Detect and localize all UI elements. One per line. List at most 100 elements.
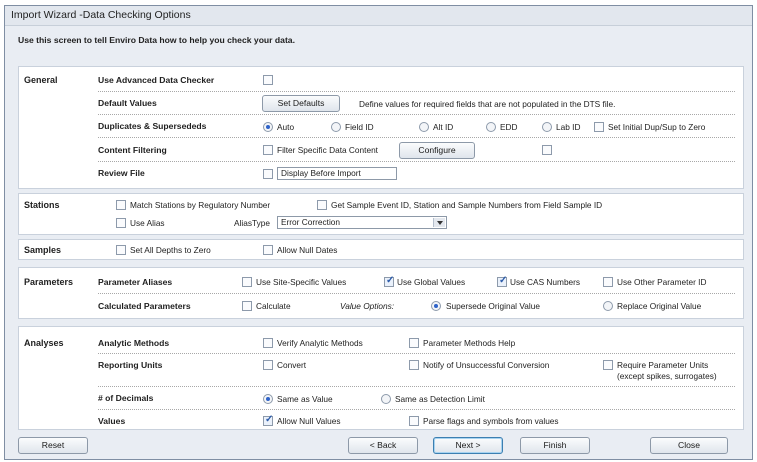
supersede-original-radio[interactable] bbox=[431, 301, 441, 311]
require-units-checkbox[interactable] bbox=[603, 360, 613, 370]
default-values-description: Define values for required fields that a… bbox=[359, 99, 616, 109]
initial-dup-zero-checkbox[interactable] bbox=[594, 122, 604, 132]
advanced-checker-checkbox[interactable] bbox=[263, 75, 273, 85]
dup-auto-radio[interactable] bbox=[263, 122, 273, 132]
row-divider bbox=[98, 386, 735, 387]
next-button[interactable]: Next > bbox=[433, 437, 503, 454]
alias-type-dropdown[interactable]: Error Correction bbox=[277, 216, 447, 229]
content-filter-extra-checkbox[interactable] bbox=[542, 145, 552, 155]
use-alias-checkbox[interactable] bbox=[116, 218, 126, 228]
review-file-label: Review File bbox=[98, 168, 145, 178]
default-values-label: Default Values bbox=[98, 98, 157, 108]
analytic-methods-label: Analytic Methods bbox=[98, 338, 170, 348]
dup-fieldid-radio[interactable] bbox=[331, 122, 341, 132]
replace-original-label: Replace Original Value bbox=[617, 301, 702, 311]
value-options-label: Value Options: bbox=[340, 301, 395, 311]
review-file-checkbox[interactable] bbox=[263, 169, 273, 179]
content-filtering-label: Content Filtering bbox=[98, 145, 167, 155]
finish-button[interactable]: Finish bbox=[520, 437, 590, 454]
match-regulatory-checkbox[interactable] bbox=[116, 200, 126, 210]
close-button[interactable]: Close bbox=[650, 437, 728, 454]
site-specific-label: Use Site-Specific Values bbox=[256, 277, 347, 287]
row-divider bbox=[98, 409, 735, 410]
methods-help-label: Parameter Methods Help bbox=[423, 338, 516, 348]
filter-content-label: Filter Specific Data Content bbox=[277, 145, 378, 155]
alias-type-label: AliasType bbox=[234, 218, 270, 228]
analyses-section: Analyses Analytic Methods Verify Analyti… bbox=[18, 326, 744, 430]
alias-type-value: Error Correction bbox=[281, 217, 341, 227]
site-specific-checkbox[interactable] bbox=[242, 277, 252, 287]
parse-flags-checkbox[interactable] bbox=[409, 416, 419, 426]
global-values-checkbox[interactable] bbox=[384, 275, 394, 287]
notify-unsuccessful-checkbox[interactable] bbox=[409, 360, 419, 370]
verify-methods-checkbox[interactable] bbox=[263, 338, 273, 348]
dup-altid-label: Alt ID bbox=[433, 122, 454, 132]
row-divider bbox=[98, 161, 735, 162]
dup-fieldid-label: Field ID bbox=[345, 122, 374, 132]
row-divider bbox=[98, 353, 735, 354]
reset-button[interactable]: Reset bbox=[18, 437, 88, 454]
dup-altid-radio[interactable] bbox=[419, 122, 429, 132]
stations-section-label: Stations bbox=[24, 200, 60, 210]
same-as-value-radio[interactable] bbox=[263, 394, 273, 404]
cas-numbers-checkbox[interactable] bbox=[497, 275, 507, 287]
other-parameter-id-checkbox[interactable] bbox=[603, 277, 613, 287]
row-divider bbox=[98, 114, 735, 115]
filter-content-checkbox[interactable] bbox=[263, 145, 273, 155]
parameters-section-label: Parameters bbox=[24, 277, 74, 287]
require-units-sublabel: (except spikes, surrogates) bbox=[617, 371, 717, 381]
use-alias-label: Use Alias bbox=[130, 218, 165, 228]
set-defaults-button[interactable]: Set Defaults bbox=[262, 95, 340, 112]
supersede-original-label: Supersede Original Value bbox=[446, 301, 540, 311]
import-wizard-window: Import Wizard -Data Checking Options Use… bbox=[4, 5, 753, 460]
allow-null-values-checkbox[interactable] bbox=[263, 414, 273, 426]
require-units-label: Require Parameter Units bbox=[617, 360, 709, 370]
calculate-label: Calculate bbox=[256, 301, 291, 311]
parse-flags-label: Parse flags and symbols from values bbox=[423, 416, 559, 426]
general-section: General Use Advanced Data Checker Defaul… bbox=[18, 66, 744, 189]
duplicates-label: Duplicates & Supersededs bbox=[98, 121, 207, 131]
advanced-checker-label: Use Advanced Data Checker bbox=[98, 75, 215, 85]
get-sample-event-checkbox[interactable] bbox=[317, 200, 327, 210]
samples-section-label: Samples bbox=[24, 245, 62, 255]
same-as-detection-label: Same as Detection Limit bbox=[395, 394, 485, 404]
match-regulatory-label: Match Stations by Regulatory Number bbox=[130, 200, 271, 210]
convert-checkbox[interactable] bbox=[263, 360, 273, 370]
methods-help-checkbox[interactable] bbox=[409, 338, 419, 348]
general-section-label: General bbox=[24, 75, 58, 85]
parameters-section: Parameters Parameter Aliases Use Site-Sp… bbox=[18, 267, 744, 319]
same-as-detection-radio[interactable] bbox=[381, 394, 391, 404]
global-values-label: Use Global Values bbox=[397, 277, 466, 287]
same-as-value-label: Same as Value bbox=[277, 394, 333, 404]
window-title: Import Wizard -Data Checking Options bbox=[11, 9, 191, 21]
reporting-units-label: Reporting Units bbox=[98, 360, 163, 370]
all-depths-zero-label: Set All Depths to Zero bbox=[130, 245, 211, 255]
convert-label: Convert bbox=[277, 360, 307, 370]
dup-auto-label: Auto bbox=[277, 122, 295, 132]
row-divider bbox=[98, 137, 735, 138]
dup-labid-radio[interactable] bbox=[542, 122, 552, 132]
get-sample-event-label: Get Sample Event ID, Station and Sample … bbox=[331, 200, 603, 210]
review-file-field[interactable]: Display Before Import bbox=[277, 167, 397, 180]
allow-null-dates-checkbox[interactable] bbox=[263, 245, 273, 255]
allow-null-dates-label: Allow Null Dates bbox=[277, 245, 338, 255]
row-divider bbox=[98, 91, 735, 92]
back-button[interactable]: < Back bbox=[348, 437, 418, 454]
configure-button[interactable]: Configure bbox=[399, 142, 475, 159]
allow-null-values-label: Allow Null Values bbox=[277, 416, 341, 426]
values-label: Values bbox=[98, 416, 126, 426]
instructions-text: Use this screen to tell Enviro Data how … bbox=[18, 35, 295, 45]
dup-labid-label: Lab ID bbox=[556, 122, 581, 132]
initial-dup-zero-label: Set Initial Dup/Sup to Zero bbox=[608, 122, 706, 132]
row-divider bbox=[98, 293, 735, 294]
analyses-section-label: Analyses bbox=[24, 338, 64, 348]
stations-section: Stations Match Stations by Regulatory Nu… bbox=[18, 193, 744, 235]
dup-edd-radio[interactable] bbox=[486, 122, 496, 132]
replace-original-radio[interactable] bbox=[603, 301, 613, 311]
decimals-label: # of Decimals bbox=[98, 393, 154, 403]
dup-edd-label: EDD bbox=[500, 122, 518, 132]
parameter-aliases-label: Parameter Aliases bbox=[98, 277, 173, 287]
calculate-checkbox[interactable] bbox=[242, 301, 252, 311]
other-parameter-id-label: Use Other Parameter ID bbox=[617, 277, 707, 287]
all-depths-zero-checkbox[interactable] bbox=[116, 245, 126, 255]
